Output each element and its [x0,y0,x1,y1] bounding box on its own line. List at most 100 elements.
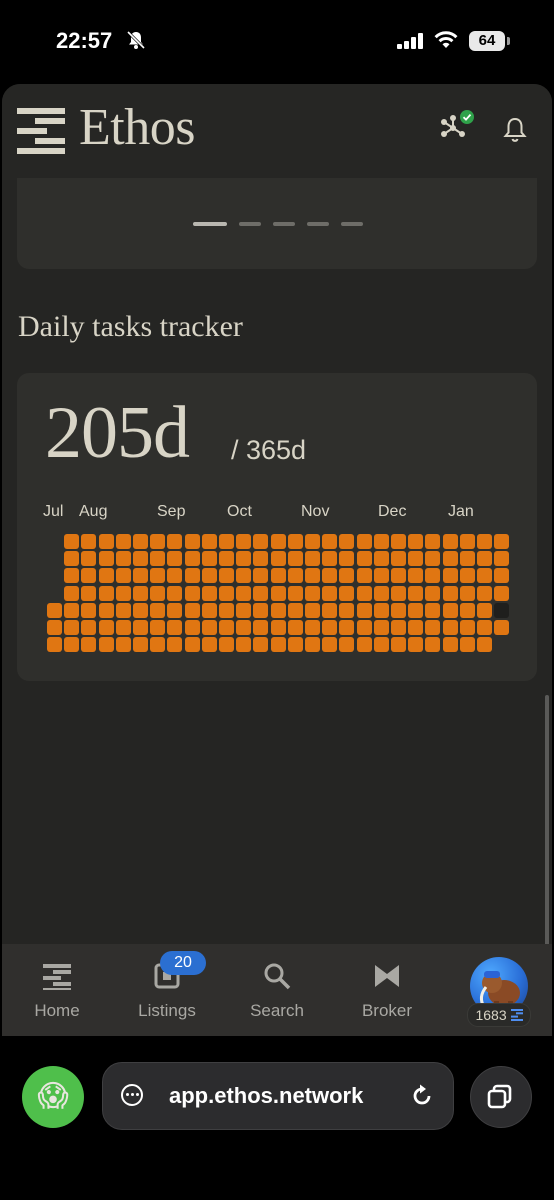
carousel-card[interactable] [17,178,537,269]
battery-level: 64 [469,31,505,51]
heatmap-day-cell [339,620,355,635]
heatmap-day-cell [425,551,441,567]
heatmap-day-cell [459,585,475,601]
wifi-icon [434,31,458,48]
heatmap-day-cell [98,637,114,653]
heatmap-day-cell [133,620,148,635]
heatmap-day-cell [201,551,217,567]
profile-points-value: 1683 [475,1007,507,1023]
heatmap-day-cell [98,585,114,601]
heatmap-day-cell [339,602,355,618]
heatmap-day-cell [477,620,492,635]
heatmap-day-cell [391,551,406,567]
heatmap-day-cell [356,585,372,601]
heatmap-day-cell [425,568,441,584]
heatmap-day-cell [81,551,97,567]
heatmap-day-cell [408,568,424,584]
heatmap-day-cell [459,534,475,549]
heatmap-day-cell [150,602,166,618]
broker-icon [375,965,399,987]
heatmap-day-cell [219,620,234,635]
nav-search[interactable]: Search [222,944,332,1036]
connected-check-icon [460,110,474,124]
heatmap-day-cell [219,568,234,584]
heatmap-day-cell [391,620,406,635]
heatmap-day-cell [115,620,131,635]
reload-icon[interactable] [409,1083,435,1109]
heatmap-day-cell [408,602,424,618]
carousel-dot[interactable] [273,222,295,226]
heatmap-day-cell [98,568,114,584]
heatmap-day-cell [253,534,269,549]
heatmap-day-cell [356,568,372,584]
heatmap-day-cell [236,620,252,635]
heatmap-day-cell [287,551,303,567]
heatmap-day-cell [270,620,286,635]
heatmap-day-cell [322,620,338,635]
heatmap-day-cell [219,534,234,549]
ethos-wordmark[interactable]: Ethos [79,98,195,157]
heatmap-day-cell [425,620,441,635]
url-bar[interactable]: app.ethos.network [102,1062,454,1130]
heatmap-day-cell [47,602,62,618]
notifications-bell-icon[interactable] [502,116,528,144]
heatmap-day-cell [305,620,320,635]
nav-home[interactable]: Home [2,944,112,1036]
page-menu-icon[interactable] [121,1084,143,1106]
heatmap-day-cell [477,637,492,653]
daily-tasks-title: Daily tasks tracker [18,310,243,343]
heatmap-day-cell [236,602,252,618]
ethos-logo-icon[interactable] [17,108,65,154]
heatmap-day-cell [270,534,286,549]
heatmap-day-cell [236,551,252,567]
heatmap-day-cell [270,585,286,601]
nav-listings-label: Listings [138,1001,196,1020]
heatmap-day-cell [167,620,183,635]
heatmap-day-cell [322,551,338,567]
nav-search-label: Search [250,1001,304,1020]
heatmap-day-cell [373,637,389,653]
heatmap-day-cell [287,568,303,584]
heatmap-day-cell [236,637,252,653]
heatmap-day-cell [201,620,217,635]
heatmap-day-cell [64,620,80,635]
heatmap-day-cell [494,568,510,584]
heatmap-day-cell [219,637,234,653]
heatmap-day-cell [494,534,510,549]
heatmap-day-cell [64,551,80,567]
heatmap-day-cell [64,534,80,549]
carousel-dot-active[interactable] [193,222,227,226]
tabs-button[interactable] [470,1066,532,1128]
home-ethos-icon [43,964,71,990]
heatmap-day-cell [167,637,183,653]
heatmap-day-cell [477,568,492,584]
heatmap-day-cell [442,620,458,635]
carousel-dot[interactable] [341,222,363,226]
heatmap-day-cell [184,602,200,618]
heatmap-day-cell [459,637,475,653]
heatmap-day-cell [253,585,269,601]
carousel-dot[interactable] [239,222,261,226]
heatmap-day-cell [167,568,183,584]
heatmap-day-cell [322,568,338,584]
heatmap-day-cell [356,551,372,567]
heatmap-day-cell [167,585,183,601]
emoji-button[interactable]: 😱 [22,1066,84,1128]
carousel-dot[interactable] [307,222,329,226]
heatmap-day-cell [373,585,389,601]
heatmap-day-cell [373,551,389,567]
heatmap-day-cell [356,620,372,635]
heatmap-day-cell [408,620,424,635]
heatmap-day-cell [322,534,338,549]
heatmap-day-cell [98,602,114,618]
heatmap-day-cell [494,551,510,567]
heatmap-day-cell [98,620,114,635]
heatmap-day-cell [459,602,475,618]
nav-broker[interactable]: Broker [332,944,442,1036]
heatmap-day-cell [305,637,320,653]
heatmap-day-cell [167,551,183,567]
heatmap-day-cell [373,568,389,584]
heatmap-day-cell [184,568,200,584]
url-text[interactable]: app.ethos.network [169,1083,363,1109]
heatmap-day-cell [305,534,320,549]
